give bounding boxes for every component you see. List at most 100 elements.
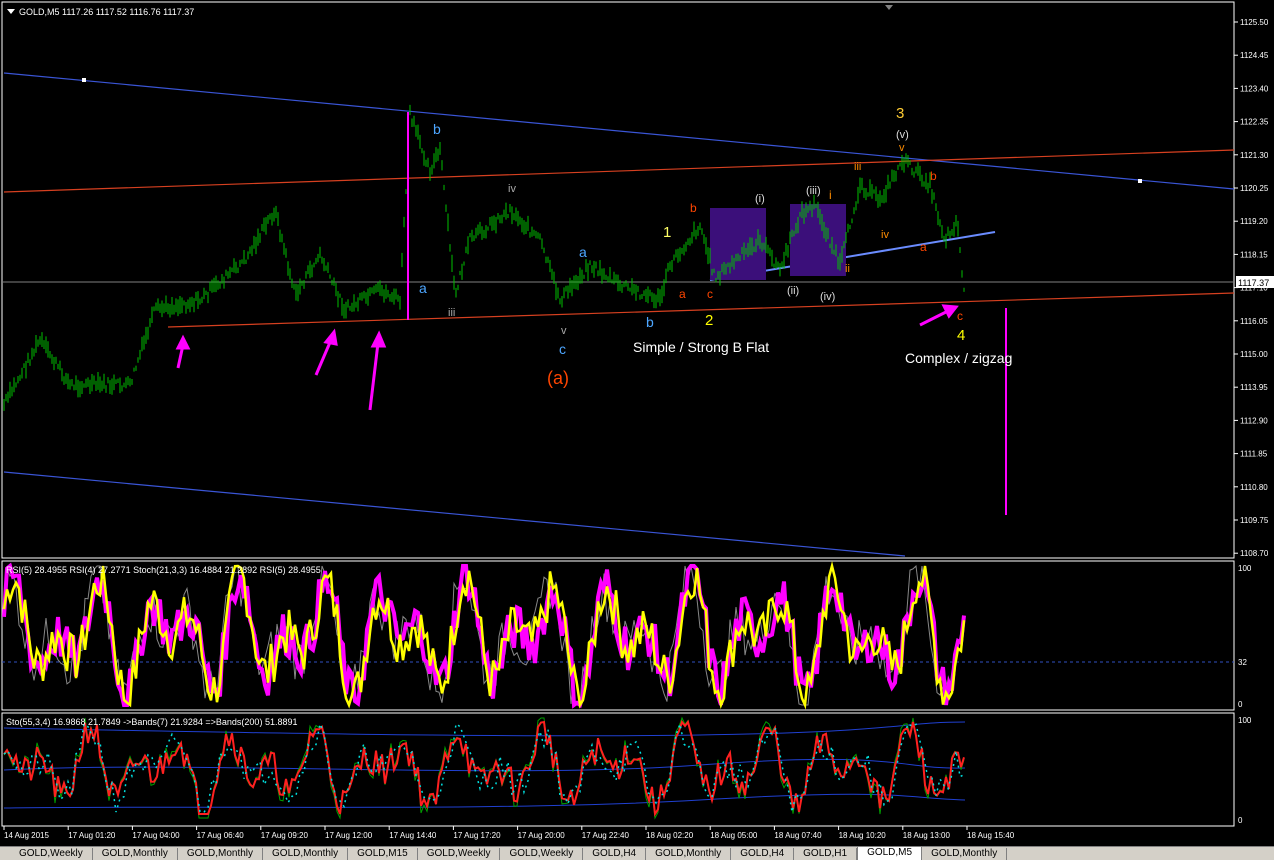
price-tick-label: 1115.00 <box>1240 350 1268 359</box>
price-tick-label: 1113.95 <box>1240 383 1268 392</box>
wave-label: c <box>559 341 566 357</box>
arrow-2-icon[interactable] <box>314 339 333 376</box>
arrow-4-icon[interactable] <box>919 309 949 327</box>
wave-label: (ii) <box>787 285 799 297</box>
sto-panel-title: Sto(55,3,4) 16.9868 21.7849 ->Bands(7) 2… <box>6 717 297 727</box>
price-tick-label: 1118.15 <box>1240 250 1268 259</box>
chart-tabs: GOLD,Weekly GOLD,Monthly GOLD,Monthly GOLD,… <box>0 846 1274 860</box>
current-price-label: 1117.37 <box>1238 278 1269 288</box>
lower-red-trendline[interactable] <box>167 292 1235 328</box>
time-tick-label: 17 Aug 17:20 <box>453 831 501 840</box>
chart-tab[interactable]: GOLD,Monthly <box>263 848 349 860</box>
wave-label: a <box>579 244 587 260</box>
chart-tab[interactable]: GOLD,Monthly <box>646 848 732 860</box>
arrow-group <box>175 304 959 411</box>
chart-tab[interactable]: GOLD,Weekly <box>418 848 501 860</box>
wave-label: iv <box>508 183 516 195</box>
chart-tab[interactable]: GOLD,H4 <box>583 848 647 860</box>
rsi-tick: 0 <box>1238 700 1243 709</box>
price-tick-label: 1122.35 <box>1240 118 1269 127</box>
chart-tab[interactable]: GOLD,Weekly <box>500 848 584 860</box>
wave-label: 2 <box>705 312 713 329</box>
sto-lines <box>3 716 966 820</box>
price-tick-label: 1120.25 <box>1240 184 1269 193</box>
chart-tab[interactable]: GOLD,Weekly <box>10 848 93 860</box>
chart-tab[interactable]: GOLD,Monthly <box>178 848 264 860</box>
arrow-1-head-icon <box>175 334 191 350</box>
time-tick-label: 18 Aug 13:00 <box>903 831 951 840</box>
wave-label: a <box>920 240 927 254</box>
time-tick-label: 17 Aug 12:00 <box>325 831 373 840</box>
time-tick-label: 18 Aug 15:40 <box>967 831 1015 840</box>
price-tick-label: 1121.30 <box>1240 151 1269 160</box>
channel-anchor-left[interactable] <box>82 78 86 82</box>
chart-tab[interactable]: GOLD,M5 <box>857 847 923 860</box>
time-tick-label: 17 Aug 20:00 <box>518 831 566 840</box>
band-lower <box>3 793 966 809</box>
arrow-2-head-icon <box>323 328 338 346</box>
chart-tab[interactable]: GOLD,H4 <box>731 848 795 860</box>
sto-tick: 0 <box>1238 816 1243 825</box>
wave-label: a <box>419 280 427 296</box>
time-tick-label: 18 Aug 07:40 <box>774 831 822 840</box>
wave-label: i <box>829 188 832 202</box>
wave-label: (iv) <box>820 291 835 303</box>
chart-tab[interactable]: GOLD,Monthly <box>93 848 178 860</box>
time-tick-label: 17 Aug 22:40 <box>582 831 630 840</box>
wave-label: b <box>930 169 937 183</box>
arrow-4-head-icon <box>941 304 959 319</box>
time-tick-label: 17 Aug 04:00 <box>132 831 180 840</box>
time-tick-label: 18 Aug 02:20 <box>646 831 694 840</box>
rsi-tick: 100 <box>1238 564 1252 573</box>
wave-label: (i) <box>755 193 765 205</box>
wave-label: b <box>690 201 697 215</box>
time-tick-label: 18 Aug 05:00 <box>710 831 758 840</box>
chart-tab[interactable]: GOLD,Monthly <box>922 848 1008 860</box>
price-tick-label: 1124.45 <box>1240 51 1269 60</box>
wave-label: 3 <box>896 105 904 122</box>
wave-label-main: (a) <box>547 368 569 388</box>
wave-label: iii <box>854 161 861 173</box>
wave-label: c <box>957 309 963 323</box>
shift-marker-icon[interactable] <box>885 5 893 10</box>
arrow-3-icon[interactable] <box>368 342 380 411</box>
price-tick-label: 1109.75 <box>1240 516 1269 525</box>
time-axis: 14 Aug 2015 17 Aug 01:20 17 Aug 04:00 17 Au… <box>3 826 1015 840</box>
wave-label: 4 <box>957 327 965 344</box>
rsi-lines <box>2 561 966 710</box>
chart-tab[interactable]: GOLD,H1 <box>794 848 858 860</box>
wave-label: (iii) <box>806 185 821 197</box>
price-tick-label: 1119.20 <box>1240 217 1268 226</box>
sto-main-line <box>3 716 965 820</box>
sto-tick: 100 <box>1238 716 1252 725</box>
time-tick-label: 17 Aug 14:40 <box>389 831 437 840</box>
price-axis: 1125.50 1124.45 1123.40 1122.35 1121.30 1120.… <box>1234 18 1269 558</box>
wave-label: a <box>679 287 686 301</box>
wave-label: v <box>561 325 567 337</box>
chart-tab[interactable]: GOLD,M15 <box>348 848 418 860</box>
wave-label: v <box>899 142 905 154</box>
chart-title: GOLD,M5 1117.26 1117.52 1116.76 1117.37 <box>19 7 194 17</box>
time-tick-label: 17 Aug 01:20 <box>68 831 116 840</box>
arrow-3-head-icon <box>370 330 387 348</box>
wave-label: 1 <box>663 224 671 241</box>
wave-label: ii <box>845 263 850 275</box>
price-tick-label: 1116.05 <box>1240 317 1268 326</box>
wave-label: iii <box>448 307 455 319</box>
price-tick-label: 1123.40 <box>1240 84 1269 93</box>
price-tick-label: 1110.80 <box>1240 483 1268 492</box>
lower-channel-line[interactable] <box>3 471 906 557</box>
wave-label: (v) <box>896 129 909 141</box>
annotation-simple-flat: Simple / Strong B Flat <box>633 339 769 355</box>
channel-anchor-right[interactable] <box>1138 179 1142 183</box>
time-tick-label: 17 Aug 06:40 <box>197 831 245 840</box>
tab-scroll-icon[interactable] <box>0 847 10 860</box>
wave-label: b <box>433 121 441 137</box>
wave-label: iv <box>881 229 889 241</box>
price-tick-label: 1112.90 <box>1240 416 1268 425</box>
rsi-panel-title: RSI(5) 28.4955 RSI(4) 27.2771 Stoch(21,3… <box>6 565 321 575</box>
time-tick-label: 18 Aug 10:20 <box>839 831 887 840</box>
chart-menu-icon[interactable] <box>7 9 15 14</box>
price-tick-label: 1108.70 <box>1240 549 1269 558</box>
chart-area[interactable]: 1125.50 1124.45 1123.40 1122.35 1121.30 1120.… <box>0 0 1274 859</box>
